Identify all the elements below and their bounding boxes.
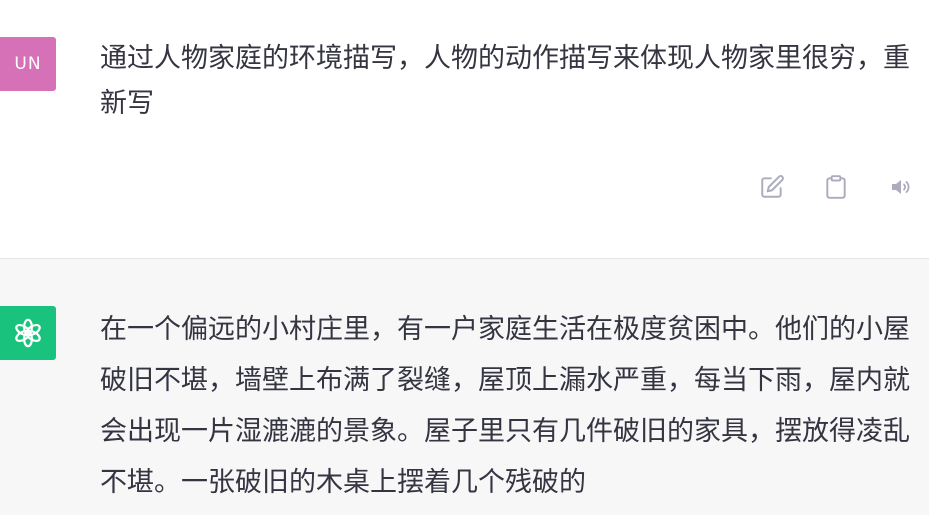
- copy-button[interactable]: [819, 170, 853, 204]
- user-message-text: 通过人物家庭的环境描写，人物的动作描写来体现人物家里很穷，重新写: [100, 43, 910, 119]
- speaker-icon: [892, 180, 910, 194]
- assistant-message: 在一个偏远的小村庄里，有一户家庭生活在极度贫困中。他们的小屋破旧不堪，墙壁上布满…: [0, 259, 929, 515]
- chat-thread: UN 通过人物家庭的环境描写，人物的动作描写来体现人物家里很穷，重新写 在一个偏…: [0, 0, 929, 515]
- openai-logo-icon: [15, 318, 41, 348]
- assistant-avatar: [0, 306, 56, 360]
- user-message: UN 通过人物家庭的环境描写，人物的动作描写来体现人物家里很穷，重新写: [0, 0, 929, 258]
- read-aloud-button[interactable]: [883, 170, 917, 204]
- user-avatar: UN: [0, 37, 56, 91]
- message-actions: [755, 170, 917, 204]
- assistant-message-text: 在一个偏远的小村庄里，有一户家庭生活在极度贫困中。他们的小屋破旧不堪，墙壁上布满…: [100, 314, 910, 498]
- clipboard-icon: [826, 175, 846, 199]
- edit-icon: [761, 175, 784, 198]
- edit-button[interactable]: [755, 170, 789, 204]
